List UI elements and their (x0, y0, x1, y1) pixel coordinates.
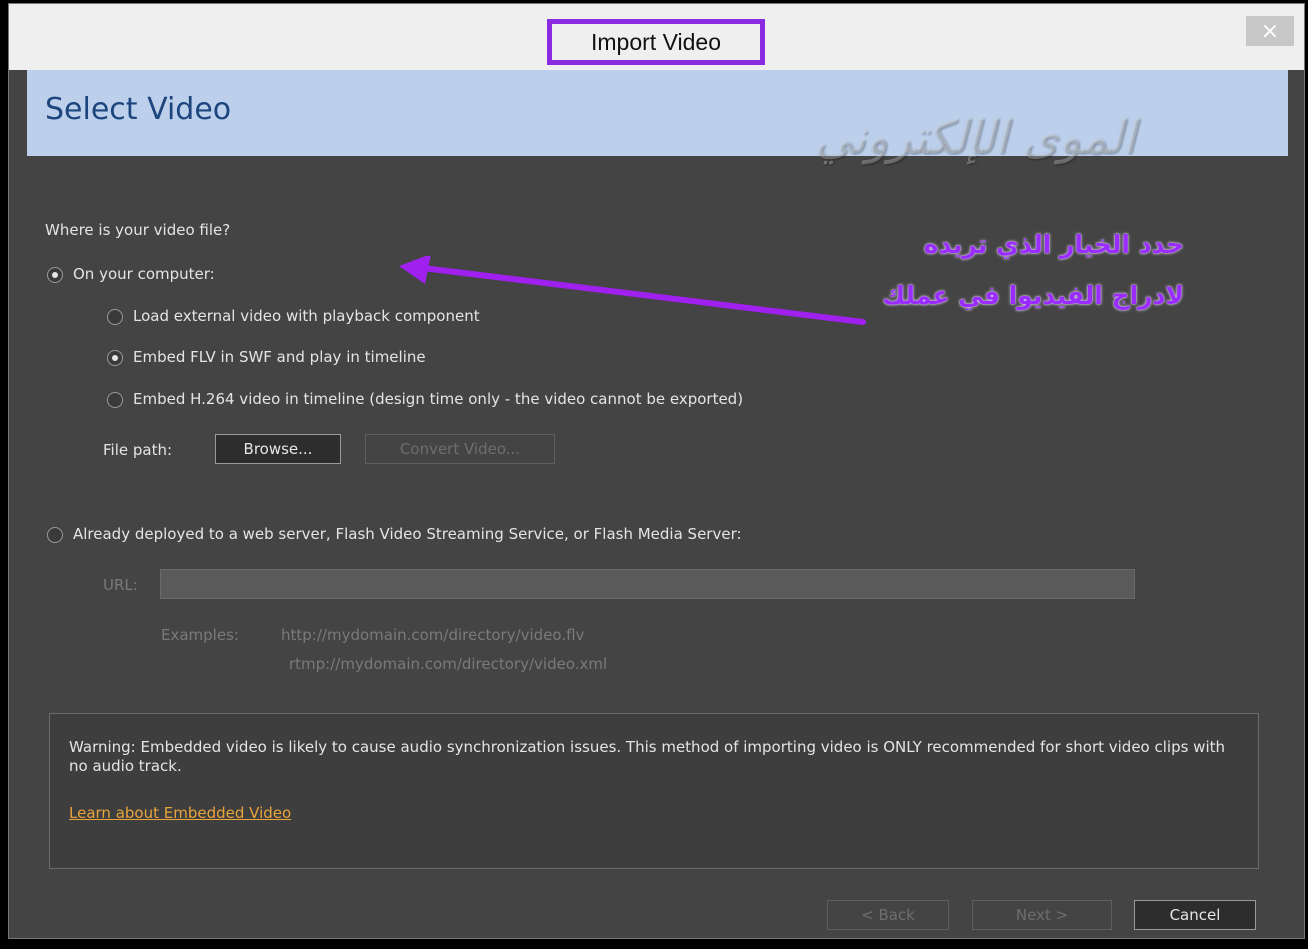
page-header: Select Video الموى الإلكتروني (27, 70, 1288, 164)
radio-embed-h264[interactable] (107, 392, 123, 408)
annotation-line-1: حدد الخيار الذي تريده (923, 230, 1184, 259)
page-title: Select Video (45, 92, 232, 127)
option-embed-flv-label[interactable]: Embed FLV in SWF and play in timeline (133, 348, 426, 366)
radio-on-computer[interactable] (47, 267, 63, 283)
annotation-arrow (399, 256, 866, 325)
radio-load-external[interactable] (107, 309, 123, 325)
example-url-rtmp: rtmp://mydomain.com/directory/video.xml (289, 655, 608, 673)
warning-panel: Warning: Embedded video is likely to cau… (49, 713, 1259, 869)
close-button[interactable]: × (1246, 16, 1294, 46)
convert-video-button[interactable]: Convert Video... (365, 434, 555, 464)
arrow-shaft (420, 265, 866, 325)
on-computer-label[interactable]: On your computer: (73, 265, 215, 283)
arrow-head (399, 256, 431, 284)
examples-label: Examples: (161, 626, 239, 644)
watermark-logo: الموى الإلكتروني (815, 110, 1136, 164)
learn-embedded-video-link[interactable]: Learn about Embedded Video (69, 804, 291, 822)
close-icon: × (1260, 18, 1280, 44)
radio-web-server[interactable] (47, 527, 63, 543)
file-path-label: File path: (103, 441, 173, 459)
import-video-dialog: Import Video × Select Video الموى الإلكت… (8, 3, 1305, 939)
url-label: URL: (103, 576, 138, 594)
web-server-label[interactable]: Already deployed to a web server, Flash … (73, 525, 742, 543)
annotation-line-2: لادراج الفيديوا في عملك (882, 281, 1184, 310)
dialog-title: Import Video (547, 19, 765, 65)
back-button[interactable]: < Back (827, 900, 949, 930)
next-button[interactable]: Next > (972, 900, 1112, 930)
url-input[interactable] (160, 569, 1135, 599)
source-question: Where is your video file? (45, 221, 231, 239)
cancel-button[interactable]: Cancel (1134, 900, 1256, 930)
example-url-flv: http://mydomain.com/directory/video.flv (281, 626, 585, 644)
title-bar: Import Video × (9, 4, 1304, 70)
radio-embed-flv[interactable] (107, 350, 123, 366)
warning-text: Warning: Embedded video is likely to cau… (69, 738, 1226, 775)
option-embed-h264-label[interactable]: Embed H.264 video in timeline (design ti… (133, 390, 743, 408)
browse-button[interactable]: Browse... (215, 434, 341, 464)
